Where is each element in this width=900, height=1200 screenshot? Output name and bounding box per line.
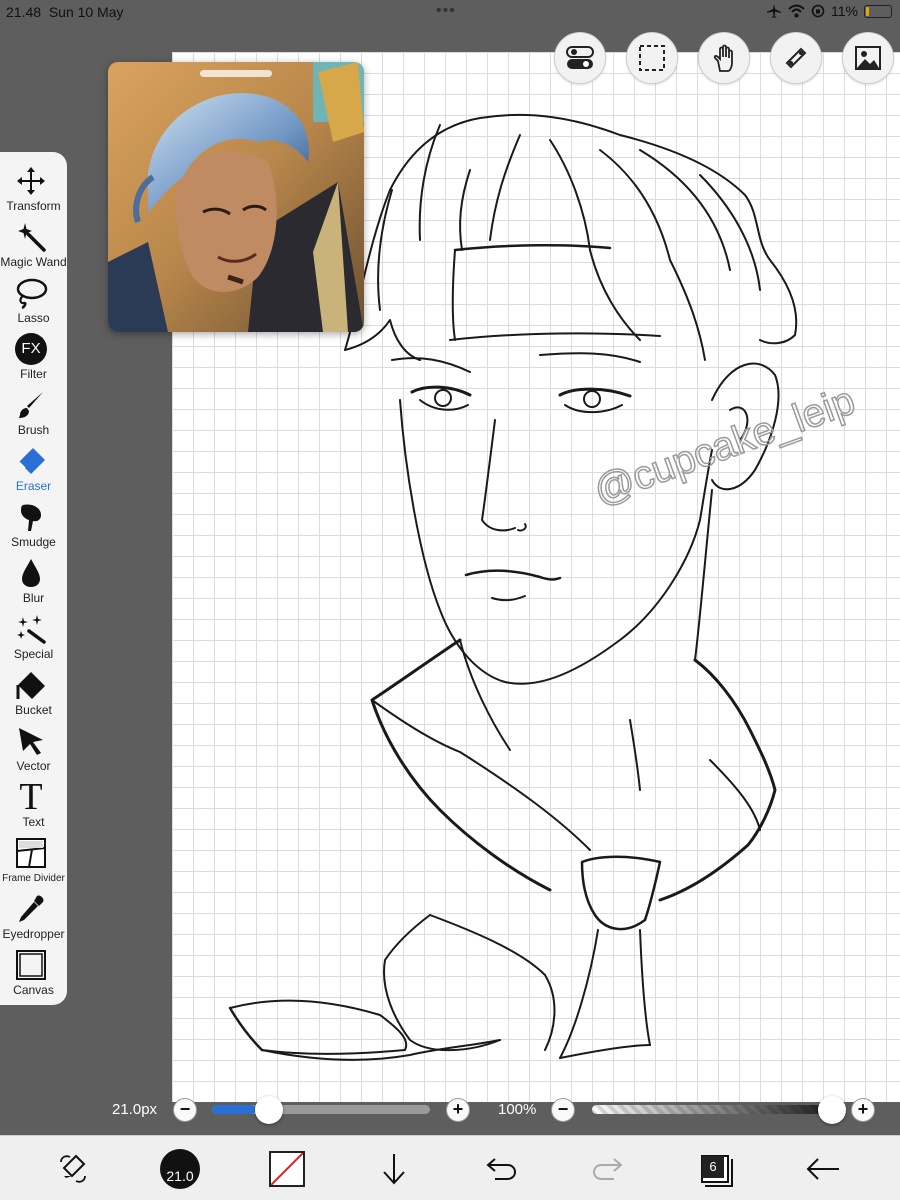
wifi-icon (788, 4, 805, 18)
opacity-value: 100% (498, 1101, 537, 1118)
tool-eyedropper[interactable]: Eyedropper (0, 886, 67, 942)
status-time: 21.48 Sun 10 May (6, 4, 124, 20)
battery-icon (864, 4, 892, 18)
redo-icon (592, 1158, 623, 1180)
tool-canvas[interactable]: Canvas (0, 942, 67, 998)
back-button[interactable] (800, 1146, 846, 1192)
selection-button[interactable] (626, 32, 678, 84)
tool-magic-wand[interactable]: Magic Wand (0, 214, 67, 270)
magic-wand-icon (18, 223, 46, 252)
tool-brush[interactable]: Brush (0, 382, 67, 438)
fx-icon: FX (15, 333, 47, 365)
brush-size-plus-button[interactable]: + (446, 1098, 470, 1122)
hand-icon (713, 44, 733, 72)
material-icon (855, 46, 881, 70)
download-button[interactable] (371, 1146, 417, 1192)
layers-button[interactable]: 6 (692, 1146, 738, 1192)
text-icon: T (19, 776, 43, 818)
back-arrow-icon (806, 1158, 839, 1180)
tool-sidebar: Transform Magic Wand Lasso FX Filter Bru… (0, 152, 67, 1005)
opacity-knob[interactable] (818, 1096, 846, 1124)
tool-special[interactable]: Special (0, 606, 67, 662)
move-arrows-icon (17, 167, 45, 195)
tool-eraser[interactable]: Eraser (0, 438, 67, 494)
reference-window-handle[interactable] (200, 70, 272, 77)
airplane-icon (767, 4, 782, 18)
brush-icon (19, 392, 43, 418)
bottom-toolbar: 21.0 6 (0, 1135, 900, 1200)
color-swatch-icon (269, 1151, 305, 1187)
toggle-button[interactable] (554, 32, 606, 84)
brush-size-minus-button[interactable]: − (173, 1098, 197, 1122)
swap-tools-icon (60, 1154, 86, 1183)
undo-button[interactable] (478, 1146, 524, 1192)
brush-size-knob[interactable] (255, 1096, 283, 1124)
smudge-icon (21, 504, 41, 531)
ruler-icon (785, 47, 807, 69)
tool-vector[interactable]: Vector (0, 718, 67, 774)
tool-lasso[interactable]: Lasso (0, 270, 67, 326)
bucket-icon (16, 672, 45, 699)
selection-icon (639, 45, 665, 71)
opacity-minus-button[interactable]: − (551, 1098, 575, 1122)
redo-button[interactable] (585, 1146, 631, 1192)
canvas-icon (16, 950, 46, 980)
status-bar: 21.48 Sun 10 May ••• 11% (0, 0, 900, 24)
material-button[interactable] (842, 32, 894, 84)
brush-size-icon: 21.0 (160, 1149, 200, 1189)
tool-filter[interactable]: FX Filter (0, 326, 67, 382)
color-button[interactable] (264, 1146, 310, 1192)
tool-blur[interactable]: Blur (0, 550, 67, 606)
frame-divider-icon (16, 838, 46, 868)
toggle-icon (566, 46, 594, 69)
lasso-icon (16, 278, 48, 309)
tool-transform[interactable]: Transform (0, 158, 67, 214)
ruler-button[interactable] (770, 32, 822, 84)
download-arrow-icon (383, 1154, 405, 1185)
battery-percent: 11% (831, 3, 858, 19)
swap-tools-button[interactable] (50, 1146, 96, 1192)
layers-count: 6 (702, 1156, 724, 1178)
slider-row: 21.0px − + 100% − + (0, 1096, 900, 1124)
cursor-arrow-icon (19, 728, 43, 755)
hand-button[interactable] (698, 32, 750, 84)
brush-size-slider[interactable] (212, 1105, 430, 1114)
tool-smudge[interactable]: Smudge (0, 494, 67, 550)
eraser-icon (18, 448, 45, 474)
eyedropper-icon (19, 895, 44, 922)
undo-icon (486, 1158, 517, 1180)
opacity-slider[interactable] (592, 1105, 842, 1114)
drop-icon (22, 559, 40, 587)
brush-size-value: 21.0px (112, 1101, 158, 1118)
top-toolbar (554, 32, 894, 84)
tool-frame-divider[interactable]: Frame Divider (0, 830, 67, 886)
layers-icon: 6 (697, 1151, 733, 1187)
opacity-plus-button[interactable]: + (851, 1098, 875, 1122)
tool-bucket[interactable]: Bucket (0, 662, 67, 718)
orientation-lock-icon (811, 4, 825, 18)
brush-size-button[interactable]: 21.0 (157, 1146, 203, 1192)
tool-text[interactable]: T Text (0, 774, 67, 830)
reference-image-window[interactable] (108, 62, 364, 332)
multitask-dots[interactable]: ••• (436, 2, 456, 20)
reference-character-image (108, 62, 364, 332)
sparkle-icon (17, 615, 46, 644)
